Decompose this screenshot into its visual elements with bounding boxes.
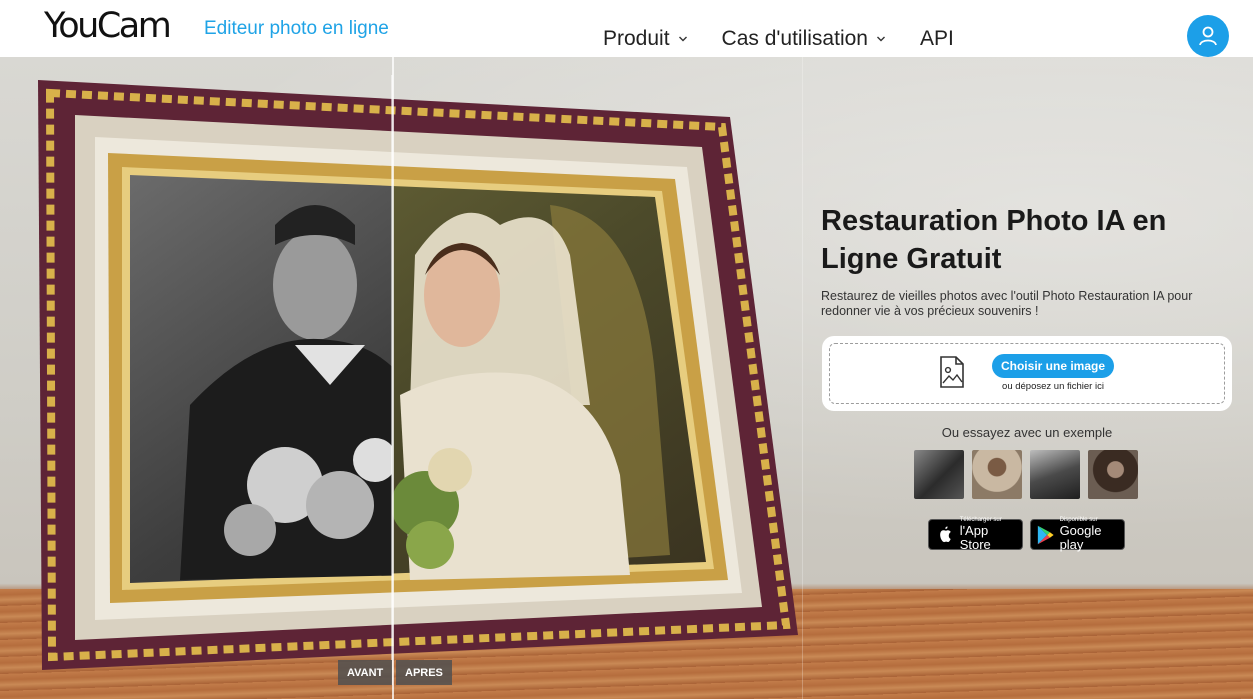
main-nav: Produit Cas d'utilisation API [603,27,988,51]
framed-photo-comparison[interactable] [30,75,820,685]
example-thumbnails [914,450,1146,499]
app-store-badge[interactable]: Télécharger sur l'App Store [928,517,1023,552]
user-icon [1199,26,1217,46]
before-button[interactable]: AVANT [338,660,393,685]
google-play-badge[interactable]: Disponible sur Google play [1030,517,1125,552]
logo-subtitle[interactable]: Editeur photo en ligne [204,18,389,40]
drop-zone[interactable]: Choisir une image ou déposez un fichier … [829,343,1225,404]
choose-image-button[interactable]: Choisir une image [992,354,1114,378]
nav-produit-label: Produit [603,27,670,50]
site-header: YouCam Editeur photo en ligne Produit Ca… [0,0,1253,57]
page-description: Restaurez de vieilles photos avec l'outi… [821,289,1193,318]
example-thumbnail-3[interactable] [1030,450,1080,499]
after-button[interactable]: APRES [396,660,452,685]
hero-section: AVANT APRES Restauration Photo IA en Lig… [0,57,1253,699]
example-thumbnail-1[interactable] [914,450,964,499]
google-play-icon [1037,525,1054,544]
example-thumbnail-4[interactable] [1088,450,1138,499]
example-thumbnail-2[interactable] [972,450,1022,499]
image-upload-icon [940,356,964,388]
nav-cas-utilisation-label: Cas d'utilisation [721,27,868,50]
nav-cas-utilisation[interactable]: Cas d'utilisation [722,27,886,51]
chevron-down-icon [678,36,687,42]
app-store-big-text: l'App Store [959,523,991,552]
nav-api[interactable]: API [920,27,954,51]
upload-card: Choisir une image ou déposez un fichier … [822,336,1232,411]
apple-icon [940,525,951,542]
user-account-button[interactable] [1187,15,1229,57]
google-play-big-text: Google play [1059,523,1102,552]
page-title: Restauration Photo IA en Ligne Gratuit [821,205,1167,275]
nav-produit[interactable]: Produit [603,27,688,51]
drop-file-text: ou déposez un fichier ici [1002,381,1104,392]
examples-label: Ou essayez avec un exemple [941,425,1113,440]
nav-api-label: API [919,27,954,50]
chevron-down-icon [876,36,885,42]
youcam-logo[interactable]: YouCam [44,6,172,46]
comparison-slider-handle[interactable] [392,57,394,699]
